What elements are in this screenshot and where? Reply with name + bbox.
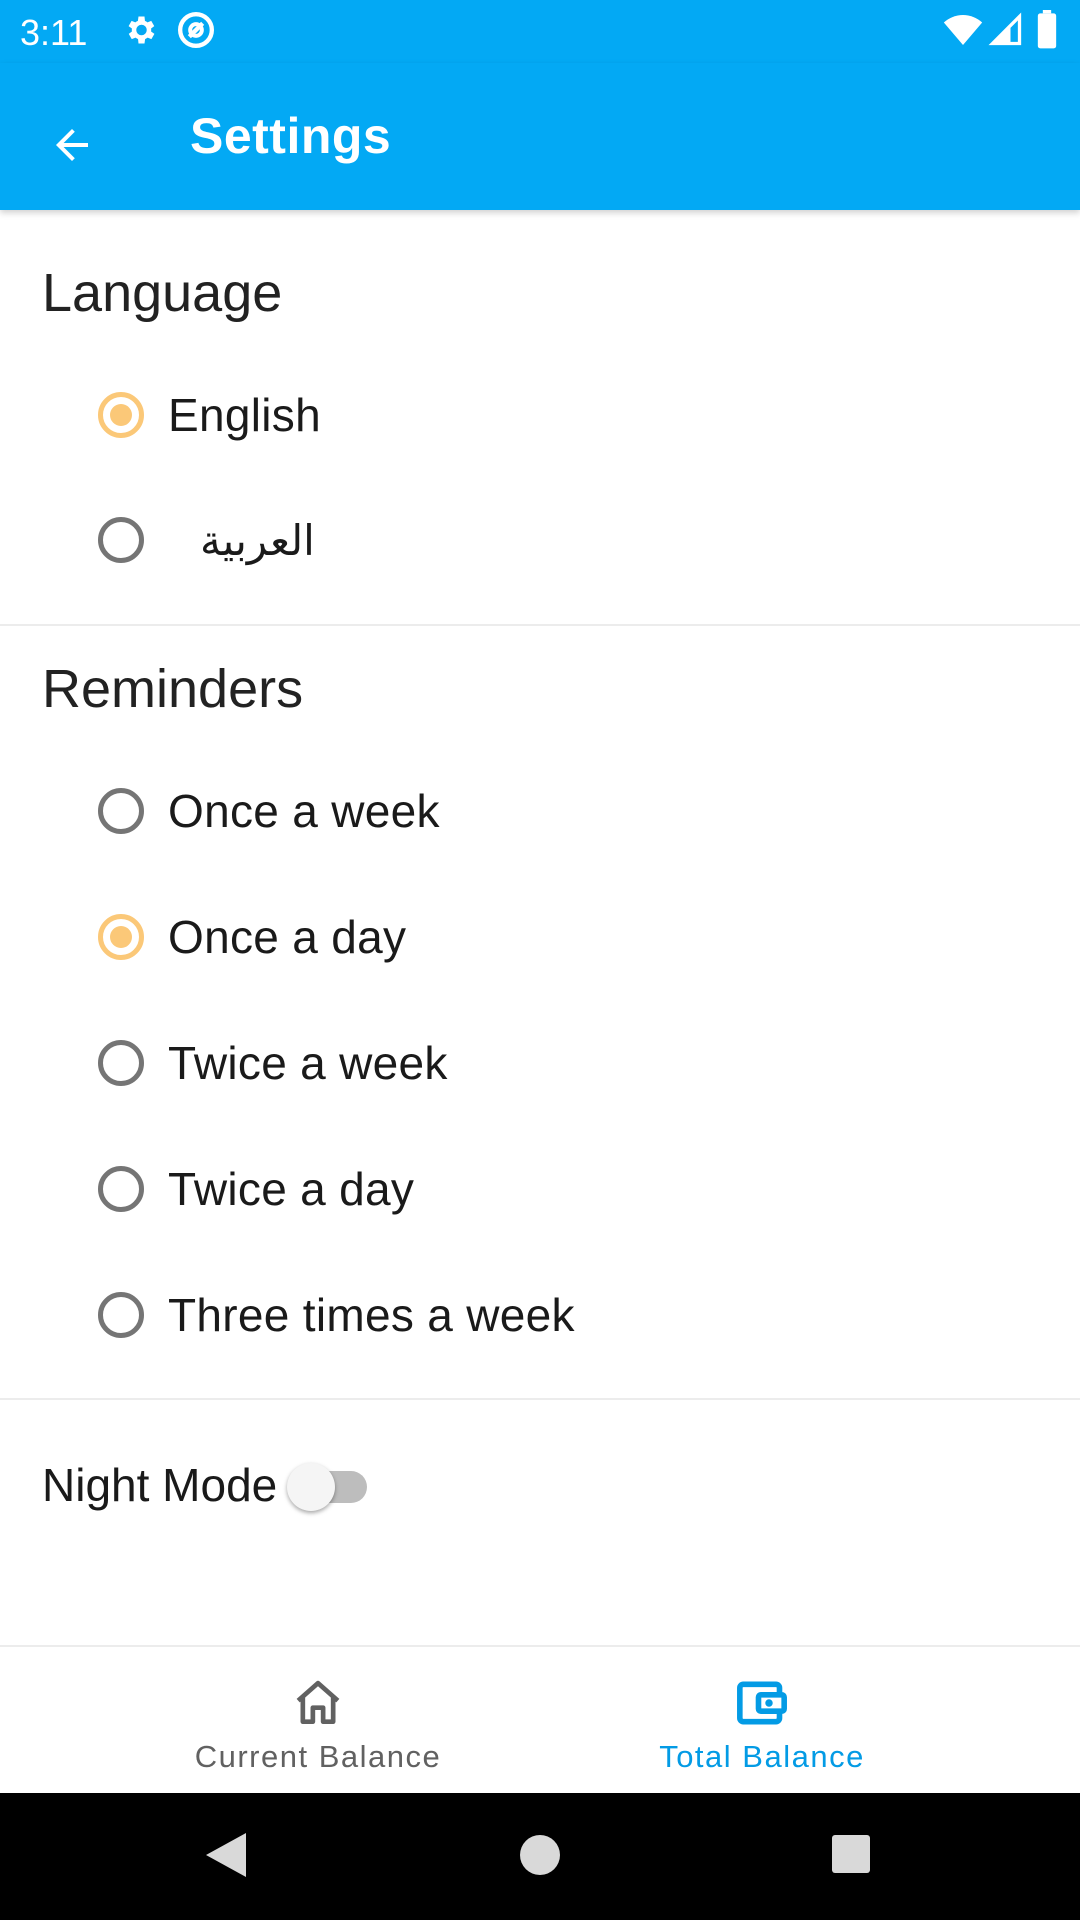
radio-label: Twice a day <box>168 1163 415 1215</box>
home-circle-icon[interactable] <box>516 1831 564 1884</box>
radio-label: العربية <box>200 515 315 565</box>
reminder-option-once-a-day[interactable]: Once a day <box>98 897 406 977</box>
divider <box>0 624 1080 626</box>
radio-button-checked[interactable] <box>98 392 144 438</box>
wallet-icon <box>734 1675 790 1731</box>
language-section-title: Language <box>42 263 283 323</box>
signal-icon <box>988 10 1024 55</box>
nav-item-total-balance[interactable]: Total Balance <box>492 1647 1032 1795</box>
back-button[interactable] <box>30 105 114 189</box>
battery-icon <box>1036 10 1058 55</box>
radio-button[interactable] <box>98 788 144 834</box>
status-bar: 3:11 <box>0 0 1080 63</box>
bottom-navigation: Current Balance Total Balance <box>0 1645 1080 1795</box>
radio-label: Three times a week <box>168 1289 575 1341</box>
system-navigation-bar <box>0 1793 1080 1920</box>
radio-button[interactable] <box>98 517 144 563</box>
app-bar: Settings <box>0 63 1080 210</box>
radio-button[interactable] <box>98 1166 144 1212</box>
radio-button-checked[interactable] <box>98 914 144 960</box>
at-sign-icon <box>176 10 216 55</box>
radio-label: Twice a week <box>168 1037 448 1089</box>
radio-label: Once a week <box>168 785 440 837</box>
radio-label: Once a day <box>168 911 407 963</box>
status-time: 3:11 <box>20 12 88 53</box>
radio-button[interactable] <box>98 1040 144 1086</box>
reminder-option-once-a-week[interactable]: Once a week <box>98 771 440 851</box>
page-title: Settings <box>190 108 392 164</box>
divider <box>0 1398 1080 1400</box>
nav-label: Total Balance <box>659 1739 865 1774</box>
reminder-option-twice-a-day[interactable]: Twice a day <box>98 1149 414 1229</box>
switch-thumb <box>287 1463 336 1511</box>
night-mode-switch[interactable] <box>287 1455 368 1515</box>
night-mode-label: Night Mode <box>42 1459 278 1511</box>
reminders-section-title: Reminders <box>42 659 304 719</box>
reminder-option-three-times-a-week[interactable]: Three times a week <box>98 1275 575 1355</box>
language-option-arabic[interactable]: العربية <box>98 500 315 580</box>
night-mode-row: Night Mode <box>42 1455 368 1515</box>
language-option-english[interactable]: English <box>98 375 321 455</box>
home-icon <box>290 1675 346 1731</box>
arrow-left-icon <box>48 121 96 174</box>
recents-square-icon[interactable] <box>830 1833 872 1880</box>
radio-button[interactable] <box>98 1292 144 1338</box>
radio-label: English <box>168 389 321 441</box>
gear-icon <box>122 10 158 55</box>
wifi-icon <box>942 10 984 55</box>
back-triangle-icon[interactable] <box>202 1829 248 1886</box>
reminder-option-twice-a-week[interactable]: Twice a week <box>98 1023 448 1103</box>
nav-label: Current Balance <box>194 1739 442 1774</box>
